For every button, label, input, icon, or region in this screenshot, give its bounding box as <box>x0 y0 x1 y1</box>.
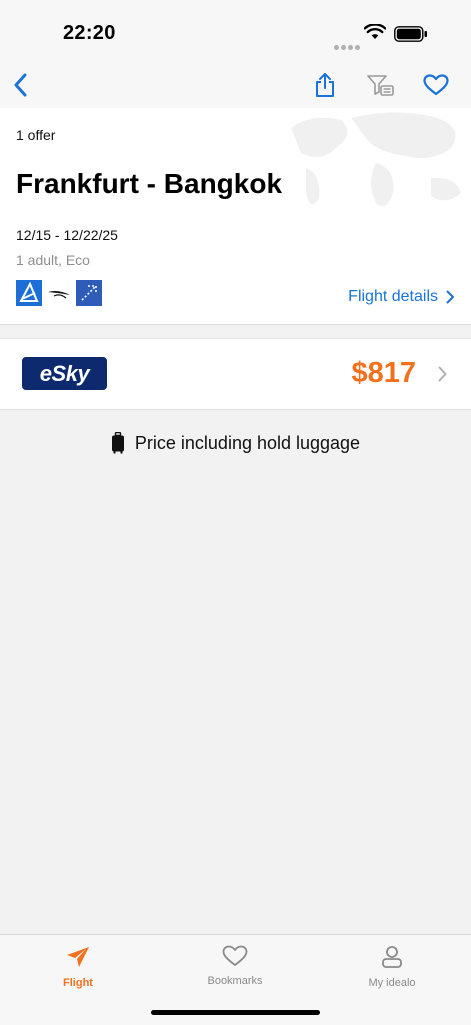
offer-count: 1 offer <box>16 127 56 143</box>
airline-logo-1 <box>16 280 42 306</box>
route-title: Frankfurt - Bangkok <box>16 168 283 199</box>
offer-row[interactable]: eSky $817 <box>0 338 471 410</box>
home-indicator <box>151 1010 320 1015</box>
airline-logos <box>16 280 102 306</box>
airline-logo-2 <box>46 280 72 306</box>
status-time: 22:20 <box>63 22 116 44</box>
filter-icon <box>367 75 394 96</box>
chevron-right-icon <box>446 290 454 304</box>
share-icon <box>316 73 334 97</box>
heart-icon <box>222 945 248 966</box>
airline-logo-3 <box>76 280 102 306</box>
chevron-right-icon <box>438 366 447 382</box>
tab-bookmarks[interactable]: Bookmarks <box>175 945 295 987</box>
wifi-icon <box>364 24 386 39</box>
user-icon <box>382 946 402 968</box>
favorite-button[interactable] <box>421 70 451 100</box>
travel-dates: 12/15 - 12/22/25 <box>16 227 118 243</box>
status-bar: 22:20 <box>0 0 471 62</box>
world-map-background <box>291 112 461 207</box>
tab-my-idealo[interactable]: My idealo <box>332 945 452 989</box>
back-button[interactable] <box>5 70 35 100</box>
filter-button[interactable] <box>365 70 395 100</box>
provider-logo: eSky <box>22 357 107 390</box>
luggage-note: Price including hold luggage <box>0 432 471 454</box>
navigation-bar <box>0 62 471 109</box>
flight-details-label: Flight details <box>348 288 438 305</box>
airplane-icon <box>67 947 89 967</box>
chevron-left-icon <box>14 73 27 97</box>
flight-details-link[interactable]: Flight details <box>348 288 455 306</box>
luggage-icon <box>111 432 124 454</box>
luggage-note-text: Price including hold luggage <box>134 432 361 453</box>
signal-icon <box>334 37 362 55</box>
passenger-class: 1 adult, Eco <box>16 252 90 268</box>
battery-icon <box>394 26 427 42</box>
heart-icon <box>423 74 449 96</box>
flight-summary-card: 1 offer Frankfurt - Bangkok 12/15 - 12/2… <box>0 108 471 325</box>
share-button[interactable] <box>310 70 340 100</box>
tab-flight[interactable]: Flight <box>18 945 138 989</box>
offer-price: $817 <box>351 357 416 389</box>
